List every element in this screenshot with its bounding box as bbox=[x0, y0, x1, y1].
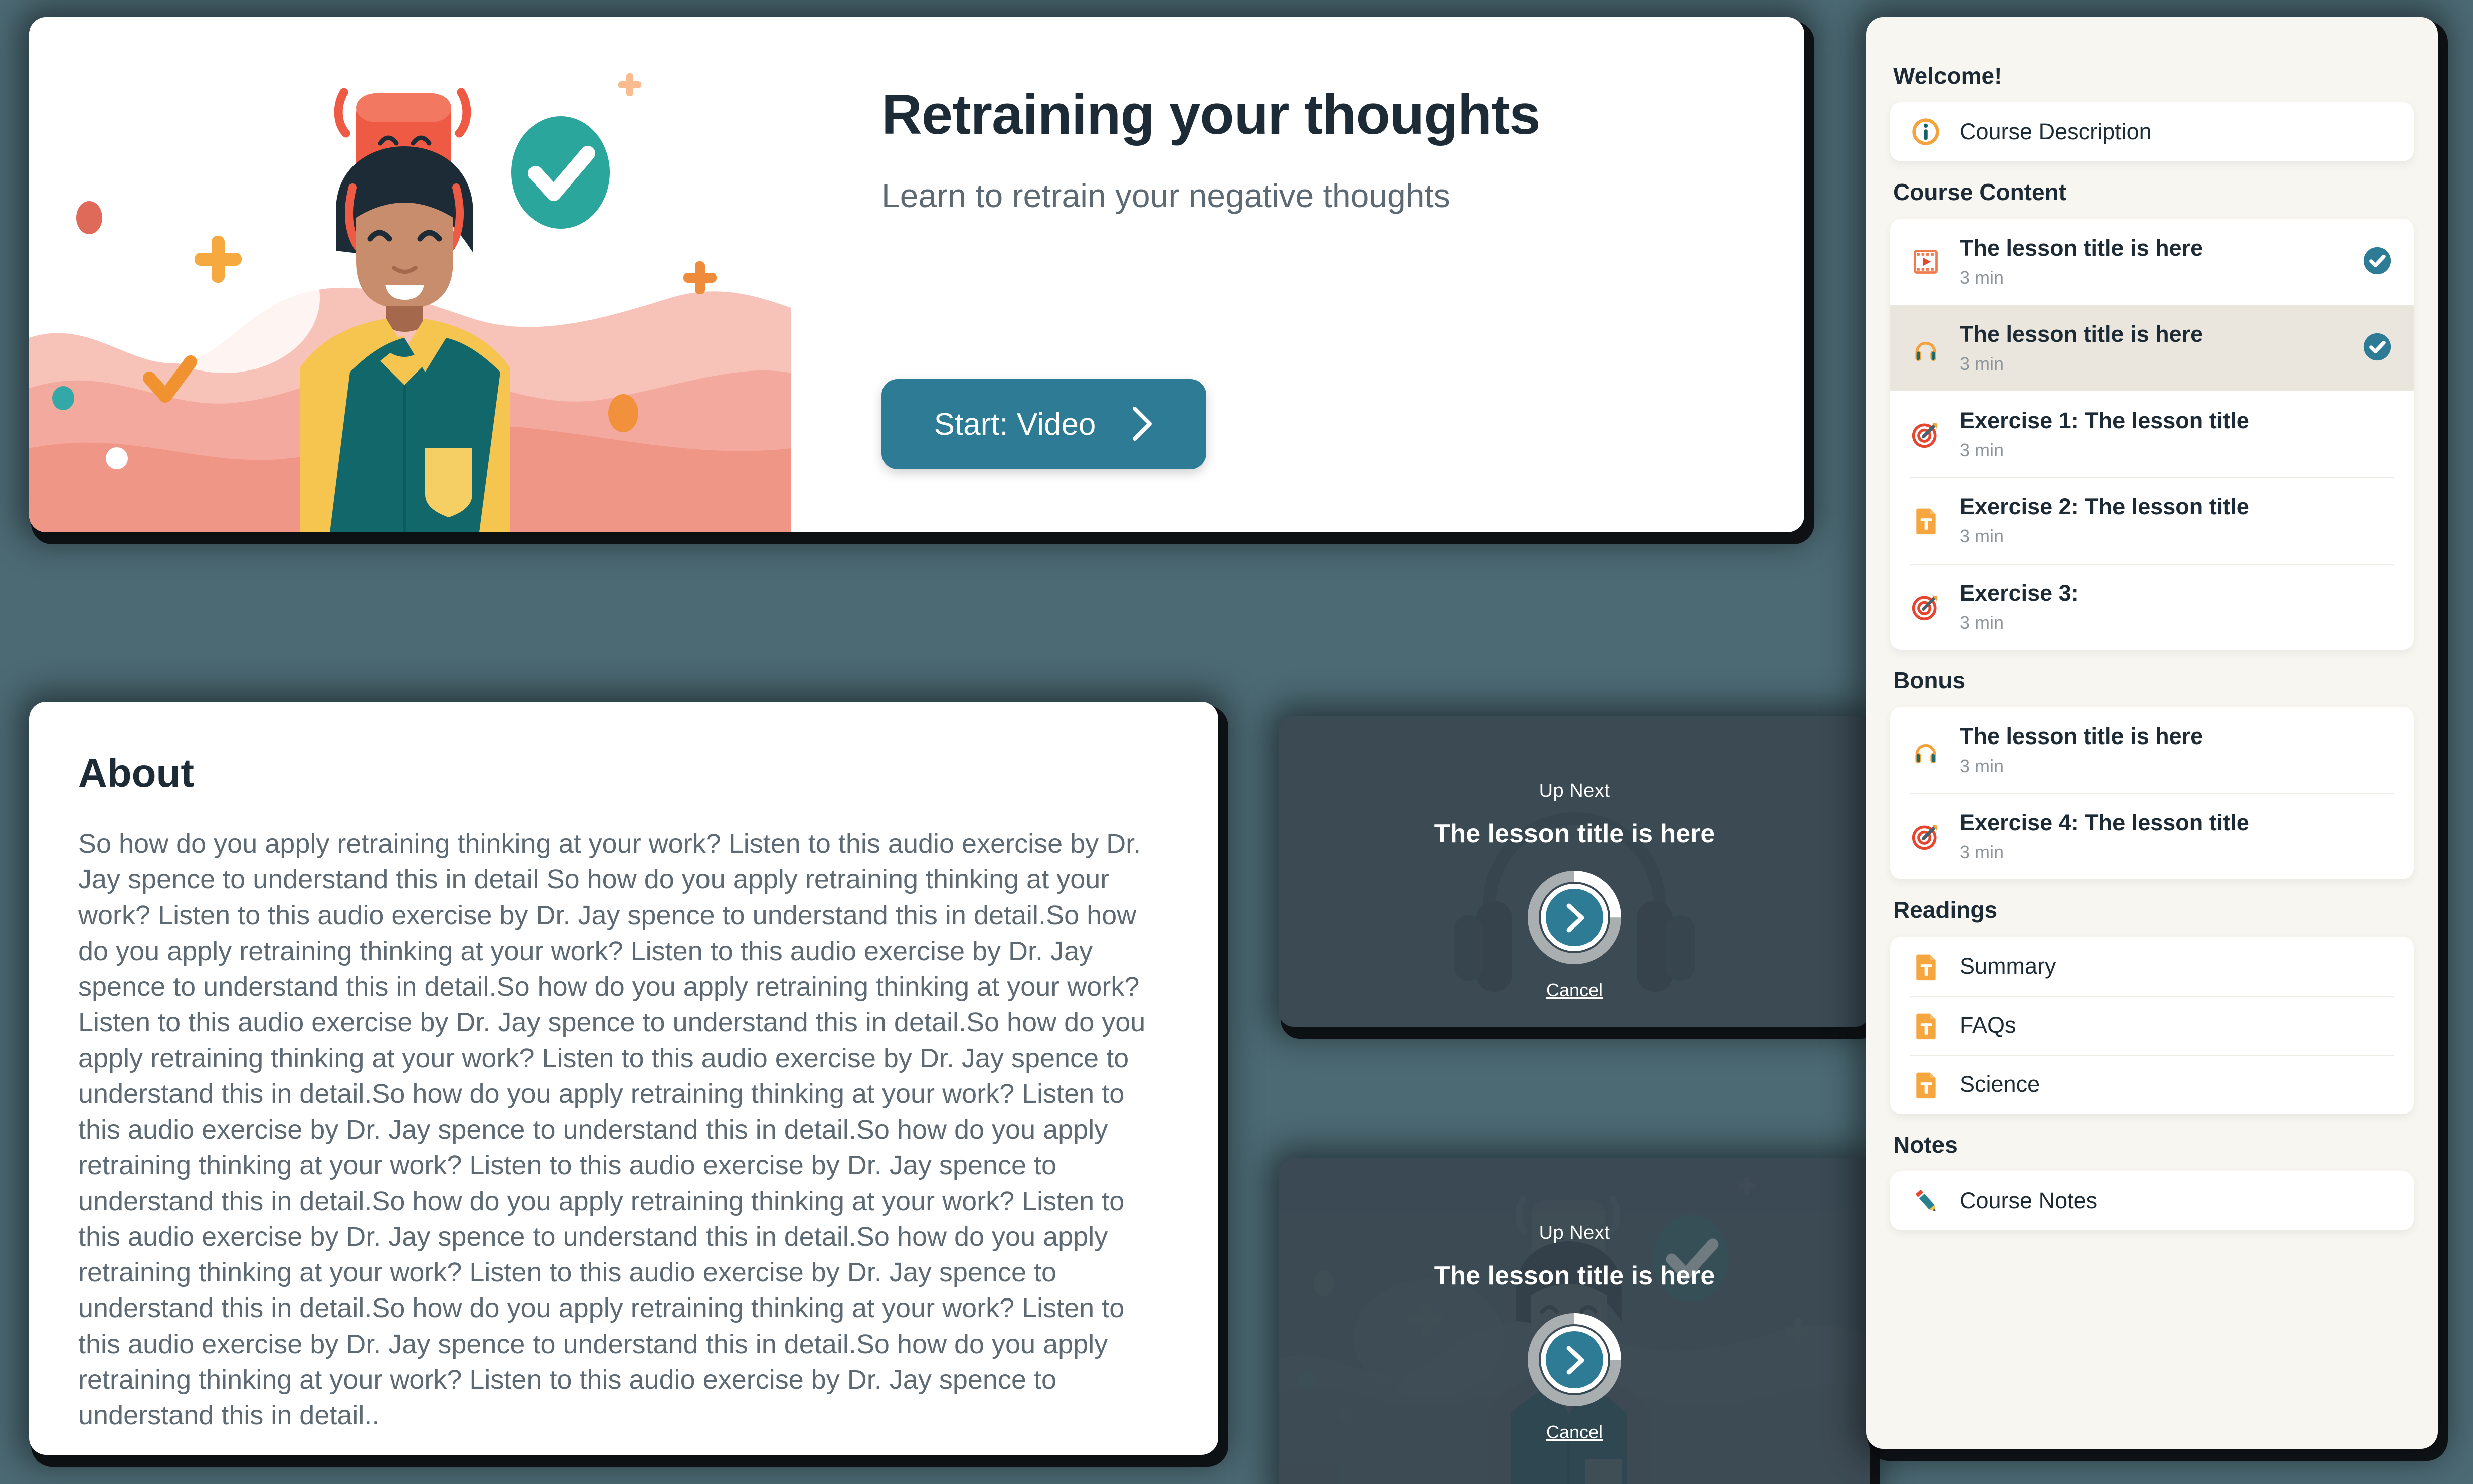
video-film-icon bbox=[1910, 246, 1941, 277]
start-video-button-label: Start: Video bbox=[934, 407, 1096, 442]
sidebar-section-heading: Bonus bbox=[1893, 667, 1966, 693]
pencil-icon bbox=[1910, 1185, 1941, 1216]
sidebar-lesson-title: Science bbox=[1960, 1071, 2040, 1097]
completed-check-icon bbox=[2363, 332, 2394, 363]
sidebar-lesson-row[interactable]: The lesson title is here 3 min bbox=[1890, 219, 2414, 305]
sidebar-lesson-duration: 3 min bbox=[1960, 440, 2004, 460]
cancel-link[interactable]: Cancel bbox=[1546, 980, 1603, 1001]
hero-text-block: Retraining your thoughts Learn to retrai… bbox=[881, 17, 1734, 532]
sidebar-lesson-row[interactable]: Exercise 4: The lesson title 3 min bbox=[1890, 793, 2414, 879]
sidebar-lesson-title: The lesson title is here bbox=[1960, 723, 2203, 749]
sidebar-lesson-row[interactable]: Exercise 3: 3 min bbox=[1890, 564, 2414, 650]
completed-check-icon bbox=[2363, 246, 2394, 277]
page-subtitle: Learn to retrain your negative thoughts bbox=[881, 177, 1450, 214]
sidebar-lesson-texts: The lesson title is here 3 min bbox=[1960, 321, 2353, 375]
sidebar-lesson-texts: The lesson title is here 3 min bbox=[1960, 723, 2353, 777]
sidebar-lesson-duration: 3 min bbox=[1960, 756, 2004, 776]
sidebar-lesson-title: Course Description bbox=[1960, 119, 2152, 144]
main-column: Retraining your thoughts Learn to retrai… bbox=[29, 17, 1870, 1484]
target-dart-icon bbox=[1910, 591, 1941, 622]
sidebar-section-heading: Notes bbox=[1893, 1132, 1958, 1158]
sidebar-lesson-texts: The lesson title is here 3 min bbox=[1960, 235, 2353, 288]
up-next-card-illustration[interactable]: Up Next The lesson title is here Cancel bbox=[1279, 1158, 1870, 1484]
text-document-icon bbox=[1910, 1010, 1941, 1041]
up-next-content: Up Next The lesson title is here Cancel bbox=[1279, 1158, 1870, 1484]
headphones-icon bbox=[1910, 332, 1941, 363]
app-root: Retraining your thoughts Learn to retrai… bbox=[0, 0, 2473, 1484]
up-next-label: Up Next bbox=[1539, 780, 1610, 801]
sidebar-lesson-duration: 3 min bbox=[1960, 526, 2004, 546]
sidebar-lesson-texts: Exercise 3: 3 min bbox=[1960, 580, 2353, 633]
sidebar-lesson-row[interactable]: Course Notes bbox=[1890, 1171, 2414, 1230]
about-title: About bbox=[78, 751, 195, 795]
start-video-button[interactable]: Start: Video bbox=[881, 379, 1206, 469]
sidebar-lesson-title: The lesson title is here bbox=[1960, 235, 2203, 261]
course-sidebar: Welcome! Course Description Course Content… bbox=[1866, 17, 2438, 1449]
sidebar-section-heading: Readings bbox=[1893, 897, 1998, 923]
sidebar-lesson-duration: 3 min bbox=[1960, 612, 2004, 633]
sidebar-section-group: The lesson title is here 3 min Exercise 4:… bbox=[1890, 707, 2414, 879]
sidebar-lesson-row[interactable]: Course Description bbox=[1890, 102, 2414, 161]
sidebar-section-heading: Course Content bbox=[1893, 179, 2066, 205]
sidebar-lesson-title: Exercise 4: The lesson title bbox=[1960, 810, 2249, 835]
sidebar-lesson-texts: Summary bbox=[1960, 953, 2353, 979]
about-body-text: So how do you apply retraining thinking … bbox=[78, 829, 1146, 1431]
sidebar-lesson-title: Exercise 1: The lesson title bbox=[1960, 408, 2249, 433]
hero-illustration bbox=[29, 17, 791, 532]
sidebar-lesson-texts: Exercise 1: The lesson title 3 min bbox=[1960, 408, 2353, 461]
sidebar-lesson-duration: 3 min bbox=[1960, 353, 2004, 374]
play-progress-ring[interactable] bbox=[1527, 870, 1622, 968]
sidebar-lesson-texts: Course Description bbox=[1960, 119, 2353, 145]
chevron-right-icon bbox=[1131, 405, 1154, 444]
sidebar-lesson-texts: Exercise 4: The lesson title 3 min bbox=[1960, 810, 2353, 863]
cancel-link[interactable]: Cancel bbox=[1546, 1422, 1603, 1443]
sidebar-lesson-row[interactable]: Exercise 1: The lesson title 3 min bbox=[1890, 391, 2414, 477]
sidebar-lesson-row[interactable]: Science bbox=[1890, 1055, 2414, 1114]
up-next-lesson-title: The lesson title is here bbox=[1434, 1261, 1715, 1290]
sidebar-lesson-title: Course Notes bbox=[1960, 1188, 2098, 1213]
sidebar-lesson-texts: Course Notes bbox=[1960, 1188, 2353, 1214]
sidebar-section-group: Summary FAQs Science bbox=[1890, 937, 2414, 1114]
play-progress-ring[interactable] bbox=[1527, 1312, 1622, 1410]
sidebar-lesson-row[interactable]: Summary bbox=[1890, 937, 2414, 996]
target-dart-icon bbox=[1910, 419, 1941, 450]
sidebar-section-group: The lesson title is here 3 min The lesson … bbox=[1890, 219, 2414, 650]
sidebar-lesson-texts: Science bbox=[1960, 1071, 2353, 1097]
sidebar-section-group: Course Description bbox=[1890, 102, 2414, 161]
up-next-label: Up Next bbox=[1539, 1222, 1610, 1243]
text-document-icon bbox=[1910, 505, 1941, 536]
sidebar-lesson-duration: 3 min bbox=[1960, 842, 2004, 862]
target-dart-icon bbox=[1910, 821, 1941, 852]
text-document-icon bbox=[1910, 1069, 1941, 1100]
sidebar-lesson-title: Summary bbox=[1960, 953, 2056, 979]
up-next-card-audio[interactable]: Up Next The lesson title is here Cancel bbox=[1279, 716, 1870, 1027]
sidebar-lesson-row[interactable]: FAQs bbox=[1890, 996, 2414, 1055]
sidebar-lesson-texts: FAQs bbox=[1960, 1012, 2353, 1038]
sidebar-lesson-row[interactable]: Exercise 2: The lesson title 3 min bbox=[1890, 477, 2414, 564]
sidebar-lesson-title: Exercise 3: bbox=[1960, 580, 2079, 606]
text-document-icon bbox=[1910, 951, 1941, 982]
sidebar-section-group: Course Notes bbox=[1890, 1171, 2414, 1230]
hero-card: Retraining your thoughts Learn to retrai… bbox=[29, 17, 1804, 532]
sidebar-lesson-texts: Exercise 2: The lesson title 3 min bbox=[1960, 494, 2353, 547]
sidebar-lesson-title: Exercise 2: The lesson title bbox=[1960, 494, 2249, 519]
page-title: Retraining your thoughts bbox=[881, 83, 1541, 146]
info-circle-icon bbox=[1910, 116, 1941, 147]
up-next-lesson-title: The lesson title is here bbox=[1434, 819, 1715, 848]
sidebar-lesson-row[interactable]: The lesson title is here 3 min bbox=[1890, 707, 2414, 793]
sidebar-lesson-row[interactable]: The lesson title is here 3 min bbox=[1890, 305, 2414, 391]
up-next-content: Up Next The lesson title is here Cancel bbox=[1279, 716, 1870, 1027]
about-card: About So how do you apply retraining thi… bbox=[29, 702, 1218, 1455]
sidebar-lesson-title: The lesson title is here bbox=[1960, 321, 2203, 347]
headphones-icon bbox=[1910, 734, 1941, 766]
sidebar-lesson-title: FAQs bbox=[1960, 1012, 2016, 1038]
sidebar-lesson-duration: 3 min bbox=[1960, 267, 2004, 288]
sidebar-section-heading: Welcome! bbox=[1893, 63, 2002, 89]
